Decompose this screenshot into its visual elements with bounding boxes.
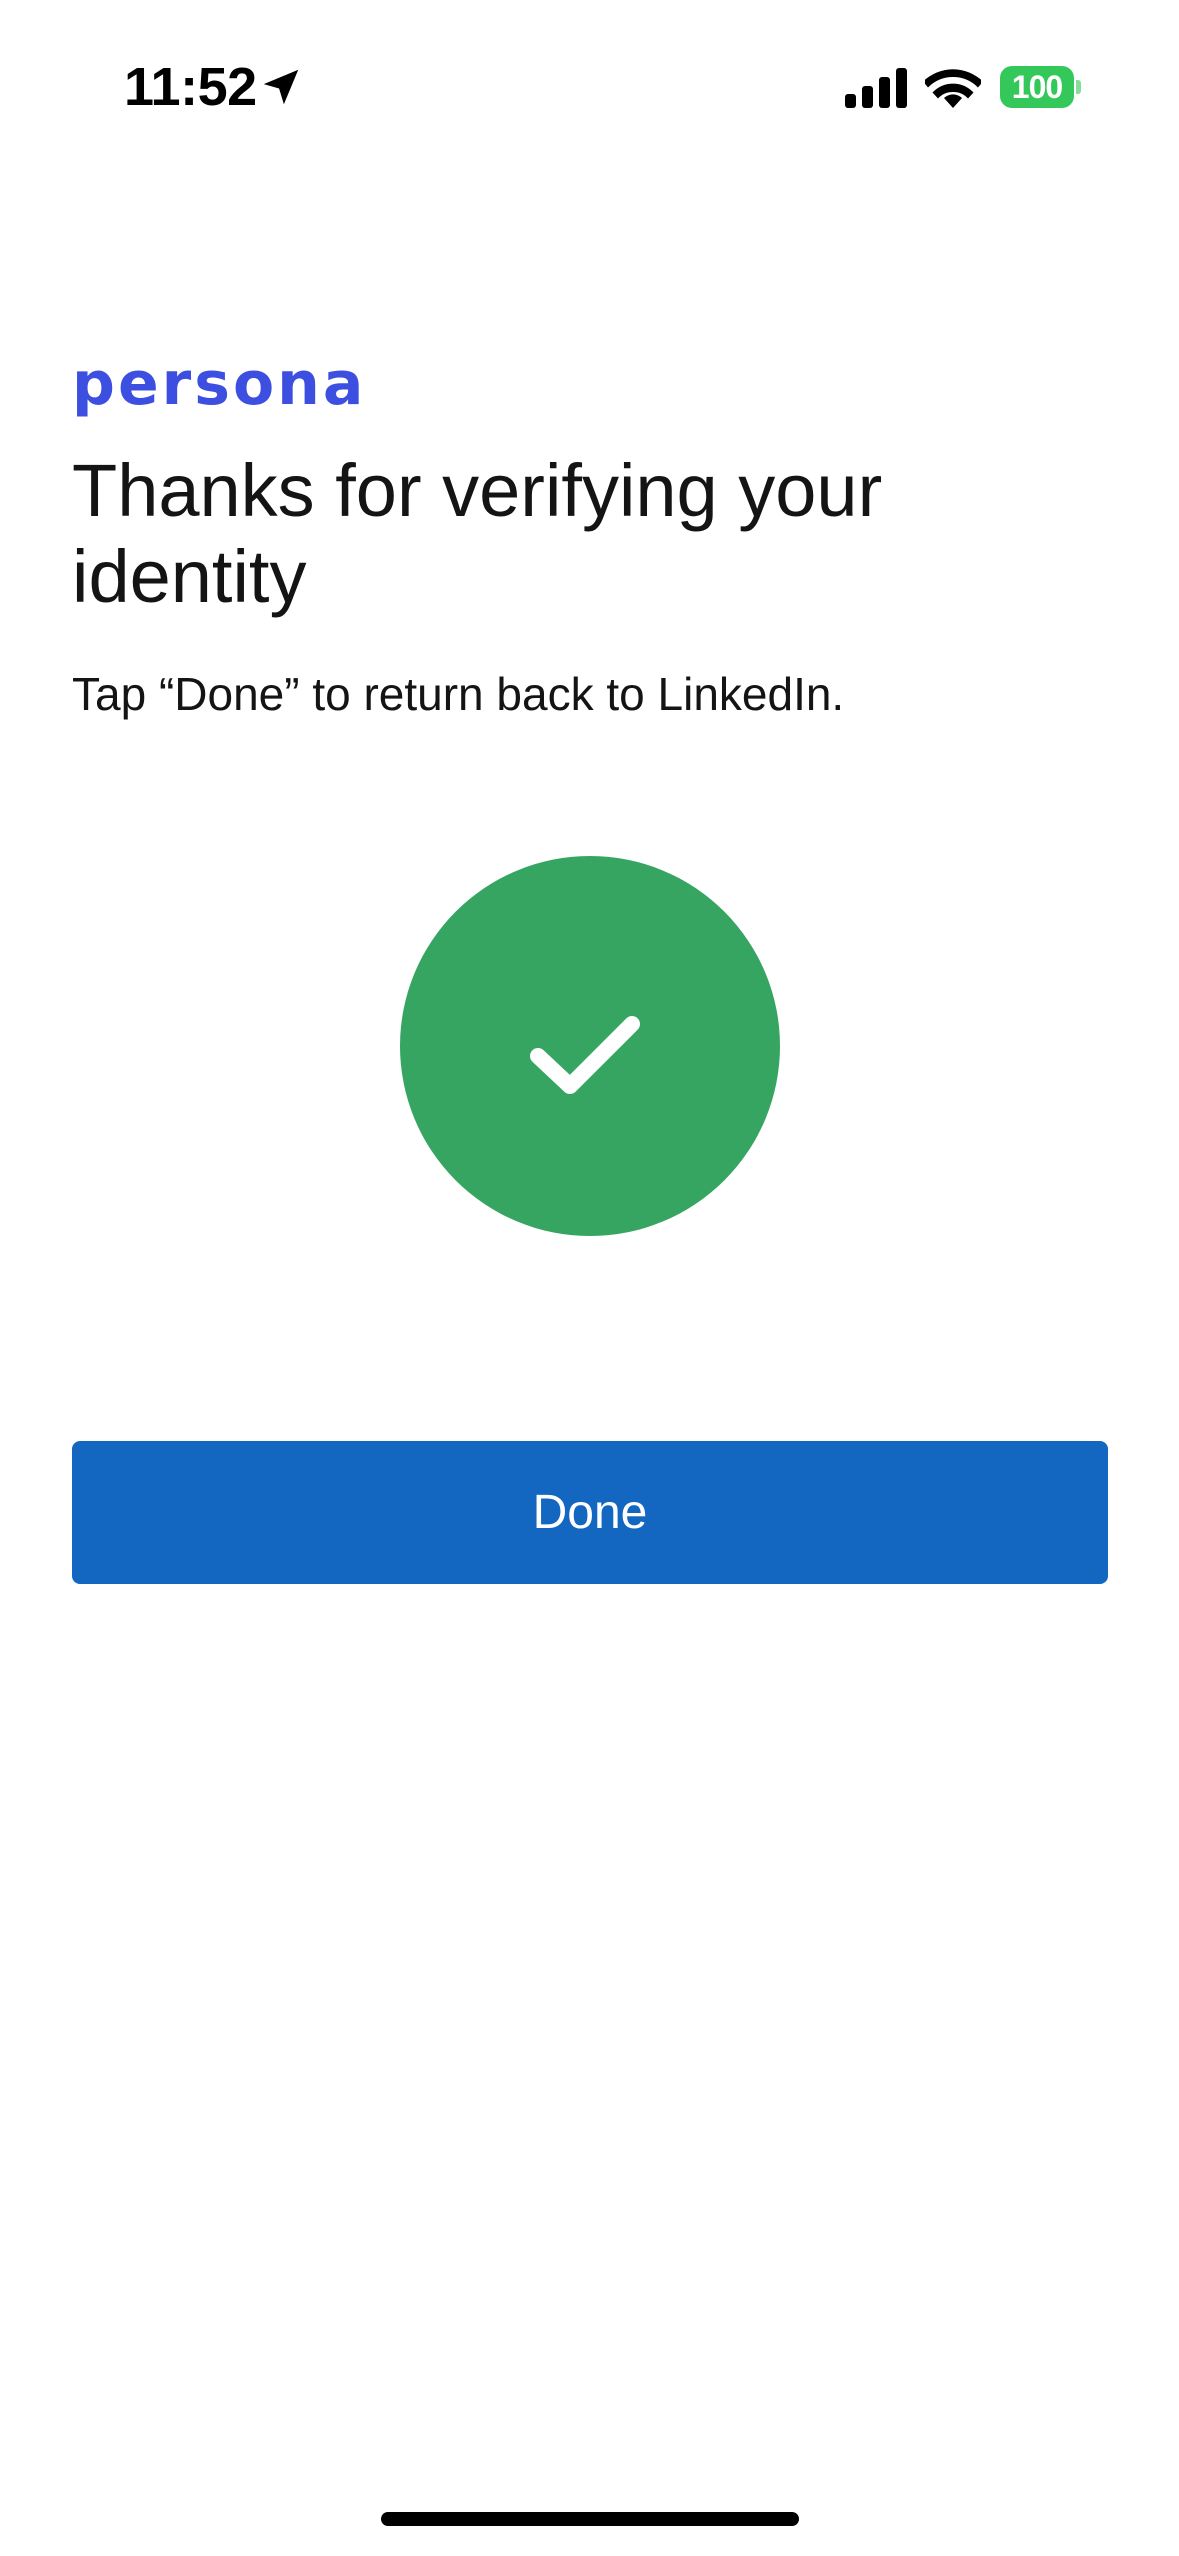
battery-cap <box>1076 80 1081 94</box>
checkmark-icon <box>530 1016 640 1094</box>
screen: 11:52 100 persona Thanks for verifying y… <box>0 0 1179 2556</box>
home-indicator[interactable] <box>381 2512 799 2526</box>
success-badge <box>400 856 780 1236</box>
cellular-signal-icon <box>845 68 907 108</box>
battery-level: 100 <box>1000 66 1074 108</box>
done-button[interactable]: Done <box>72 1441 1108 1584</box>
status-time: 11:52 <box>124 57 257 117</box>
battery-icon: 100 <box>1000 66 1081 108</box>
page-title: Thanks for verifying your identity <box>72 449 883 618</box>
status-bar: 11:52 100 <box>0 0 1179 170</box>
persona-logo: persona <box>72 349 367 419</box>
wifi-icon <box>925 69 981 108</box>
page-subtitle: Tap “Done” to return back to LinkedIn. <box>72 668 845 720</box>
location-arrow-icon <box>263 69 299 105</box>
